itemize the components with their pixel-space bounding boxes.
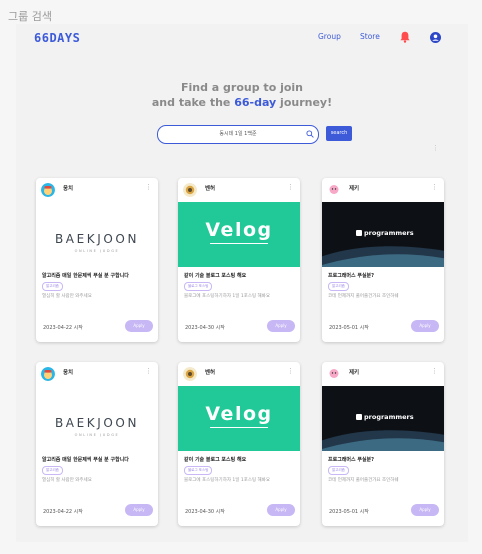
apply-button[interactable]: Apply — [411, 320, 439, 332]
card-thumbnail: BAEKJOON ONLINE JUDGE — [36, 202, 158, 267]
card-header: 제키 ⋮ — [322, 178, 444, 202]
card-description: 블로그에 포스팅하기하자 1일 1포스팅 해봐요 — [184, 478, 270, 483]
group-card[interactable]: 벤허 ⋮ Velog 같이 기술 블로그 포스팅 해요 블로그 포스팅 블로그에… — [178, 362, 300, 526]
card-menu-icon[interactable]: ⋮ — [145, 367, 152, 375]
card-description: 코테 언제까지 풀어줄건가요 조인하쉐 — [328, 478, 399, 483]
card-menu-icon[interactable]: ⋮ — [287, 183, 294, 191]
thumb-wordmark: BAEKJOON — [54, 232, 140, 246]
author-name: 벤허 — [205, 370, 216, 376]
card-thumbnail: programmers — [322, 202, 444, 267]
nav-group-link[interactable]: Group — [318, 32, 341, 41]
thumb-subtext: ONLINE JUDGE — [74, 249, 120, 253]
hero-accent: 66-day — [234, 96, 277, 109]
card-title: 알고리즘 매일 한문제씩 푸실 분 구합니다 — [42, 273, 129, 279]
programmers-logo-icon — [356, 414, 362, 420]
card-thumbnail: programmers — [322, 386, 444, 451]
apply-button[interactable]: Apply — [411, 504, 439, 516]
group-card[interactable]: 웅치 ⋮ BAEKJOON ONLINE JUDGE 알고리즘 매일 한문제씩 … — [36, 178, 158, 342]
card-thumbnail: Velog — [178, 202, 300, 267]
card-description: 블로그에 포스팅하기하자 1일 1포스팅 해봐요 — [184, 294, 270, 299]
card-tag: 알고리즘 — [328, 282, 349, 291]
card-menu-icon[interactable]: ⋮ — [431, 183, 438, 191]
card-title: 프로그래머스 푸실분? — [328, 457, 375, 463]
bell-icon[interactable] — [400, 31, 410, 43]
card-tag: 알고리즘 — [328, 466, 349, 475]
card-tag: 블로그 포스팅 — [184, 282, 213, 291]
author-avatar — [327, 367, 341, 381]
thumb-subtext: ONLINE JUDGE — [74, 433, 120, 437]
card-header: 웅치 ⋮ — [36, 178, 158, 202]
group-card[interactable]: 벤허 ⋮ Velog 같이 기술 블로그 포스팅 해요 블로그 포스팅 블로그에… — [178, 178, 300, 342]
card-menu-icon[interactable]: ⋮ — [145, 183, 152, 191]
thumb-wordmark: Velog — [205, 403, 273, 425]
card-start-date: 2023-04-30 시작 — [185, 509, 225, 515]
card-start-date: 2023-04-22 시작 — [43, 509, 83, 515]
card-start-date: 2023-04-30 시작 — [185, 325, 225, 331]
author-avatar — [41, 183, 55, 197]
card-start-date: 2023-05-01 시작 — [329, 509, 369, 515]
thumb-swoosh — [322, 246, 444, 267]
thumb-swoosh — [322, 430, 444, 451]
card-description: 열심히 할 사람만 와주세요 — [42, 478, 92, 483]
programmers-logo-icon — [356, 230, 362, 236]
author-name: 벤허 — [205, 186, 216, 192]
thumb-wordmark: Velog — [205, 219, 273, 241]
card-header: 제키 ⋮ — [322, 362, 444, 386]
hero-line-2-suffix: journey! — [276, 96, 333, 109]
card-thumbnail: Velog — [178, 386, 300, 451]
apply-button[interactable]: Apply — [125, 320, 153, 332]
author-name: 웅치 — [63, 186, 74, 192]
card-menu-icon[interactable]: ⋮ — [287, 367, 294, 375]
author-name: 제키 — [349, 186, 360, 192]
hero-heading: Find a group to join and take the 66-day… — [16, 80, 468, 110]
card-menu-icon[interactable]: ⋮ — [431, 367, 438, 375]
author-avatar — [327, 183, 341, 197]
card-title: 프로그래머스 푸실분? — [328, 273, 375, 279]
card-title: 같이 기술 블로그 포스팅 해요 — [184, 273, 247, 279]
author-name: 제키 — [349, 370, 360, 376]
card-description: 열심히 할 사람만 와주세요 — [42, 294, 92, 299]
thumb-underline — [210, 243, 268, 244]
more-options-icon[interactable]: ⋮ — [432, 144, 439, 152]
search-icon[interactable] — [306, 130, 314, 138]
hero-line-2: and take the 66-day journey! — [16, 95, 468, 110]
card-start-date: 2023-05-01 시작 — [329, 325, 369, 331]
card-tag: 알고리즘 — [42, 282, 63, 291]
card-title: 같이 기술 블로그 포스팅 해요 — [184, 457, 247, 463]
thumb-wordmark: programmers — [364, 413, 414, 421]
card-header: 벤허 ⋮ — [178, 362, 300, 386]
hero-line-1: Find a group to join — [180, 81, 304, 94]
search-input-value: 동시데 1일 1백준 — [219, 131, 257, 137]
card-header: 벤허 ⋮ — [178, 178, 300, 202]
hero-line-2-prefix: and take the — [151, 96, 235, 109]
apply-button[interactable]: Apply — [267, 320, 295, 332]
search-button[interactable]: search — [326, 126, 352, 141]
author-avatar — [183, 367, 197, 381]
thumb-underline — [210, 427, 268, 428]
card-description: 코테 언제까지 풀어줄건가요 조인하쉐 — [328, 294, 399, 299]
group-card[interactable]: 제키 ⋮ programmers 프로그래머스 푸실분? 알고리즘 코테 언제까… — [322, 178, 444, 342]
author-name: 웅치 — [63, 370, 74, 376]
author-avatar — [41, 367, 55, 381]
group-card[interactable]: 웅치 ⋮ BAEKJOON ONLINE JUDGE 알고리즘 매일 한문제씩 … — [36, 362, 158, 526]
card-start-date: 2023-04-22 시작 — [43, 325, 83, 331]
card-header: 웅치 ⋮ — [36, 362, 158, 386]
top-nav: 66DAYS Group Store — [16, 24, 468, 54]
apply-button[interactable]: Apply — [267, 504, 295, 516]
author-avatar — [183, 183, 197, 197]
card-tag: 블로그 포스팅 — [184, 466, 213, 475]
logo[interactable]: 66DAYS — [34, 31, 80, 45]
card-thumbnail: BAEKJOON ONLINE JUDGE — [36, 386, 158, 451]
apply-button[interactable]: Apply — [125, 504, 153, 516]
nav-store-link[interactable]: Store — [360, 32, 380, 41]
app-frame: 66DAYS Group Store Find a group to join … — [16, 24, 468, 542]
page-caption: 그룹 검색 — [8, 10, 52, 23]
card-tag: 알고리즘 — [42, 466, 63, 475]
thumb-wordmark: programmers — [364, 229, 414, 237]
search-input[interactable]: 동시데 1일 1백준 — [157, 125, 319, 144]
user-avatar-icon[interactable] — [430, 32, 441, 43]
group-card[interactable]: 제키 ⋮ programmers 프로그래머스 푸실분? 알고리즘 코테 언제까… — [322, 362, 444, 526]
card-title: 알고리즘 매일 한문제씩 푸실 분 구합니다 — [42, 457, 129, 463]
thumb-wordmark: BAEKJOON — [54, 416, 140, 430]
